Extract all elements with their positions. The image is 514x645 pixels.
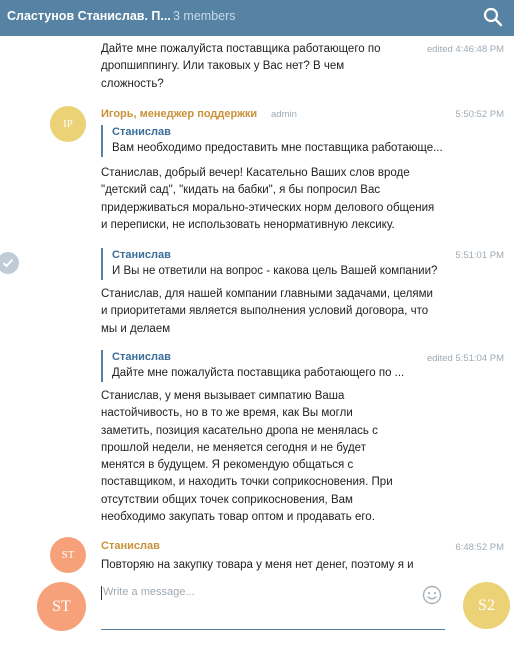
reply-quote[interactable]: Станислав Дайте мне пожалуйста поставщик… — [101, 350, 451, 382]
text-caret — [101, 586, 102, 600]
reply-sender: Станислав — [112, 126, 171, 138]
chat-header: Сластунов Станислав. П... 3 members — [0, 0, 514, 36]
emoji-icon[interactable] — [422, 585, 442, 605]
reply-text: Дайте мне пожалуйста поставщика работающ… — [112, 367, 405, 379]
chat-title[interactable]: Сластунов Станислав. П... — [7, 9, 171, 23]
avatar-initials: ST — [52, 597, 71, 615]
sender-name[interactable]: Станислав — [101, 540, 160, 552]
message-time: 5:50:52 PM — [455, 109, 504, 120]
reply-sender: Станислав — [112, 351, 171, 363]
message-text: Станислав, у меня вызывает симпатию Ваша… — [101, 390, 393, 524]
composer: ST Write a message... S2 — [0, 576, 514, 645]
select-check-icon[interactable] — [0, 252, 19, 274]
message-input[interactable]: Write a message... — [101, 584, 445, 630]
message-text: Станислав, для нашей компании главными з… — [101, 288, 433, 335]
message-time: 6:48:52 PM — [455, 542, 504, 553]
search-icon[interactable] — [482, 6, 504, 28]
reply-quote[interactable]: Станислав Вам необходимо предоставить мн… — [101, 125, 451, 157]
message-text: Дайте мне пожалуйста поставщика работающ… — [101, 43, 381, 90]
avatar-initials: ST — [61, 549, 75, 561]
reply-sender: Станислав — [112, 249, 171, 261]
sender-name[interactable]: Игорь, менеджер поддержки — [101, 108, 257, 120]
reply-text: Вам необходимо предоставить мне поставщи… — [112, 142, 443, 154]
avatar-initials: S2 — [478, 596, 495, 614]
avatar[interactable]: ST — [50, 537, 86, 573]
message-edited-time: edited 4:46:48 PM — [426, 44, 504, 55]
message-edited-time: edited 5:51:04 PM — [426, 353, 504, 364]
message-input-placeholder: Write a message... — [103, 586, 195, 598]
my-avatar[interactable]: ST — [37, 582, 86, 631]
reply-quote[interactable]: Станислав И Вы не ответили на вопрос - к… — [101, 248, 451, 280]
members-count[interactable]: 3 members — [173, 9, 236, 23]
message-time: 5:51:01 PM — [455, 250, 504, 261]
peer-avatar[interactable]: S2 — [463, 582, 510, 629]
avatar-initials: IP — [63, 118, 73, 130]
message-text: Станислав, добрый вечер! Касательно Ваши… — [101, 167, 435, 231]
message-history[interactable]: Дайте мне пожалуйста поставщика работающ… — [0, 36, 514, 576]
message-text: Повторяю на закупку товара у меня нет де… — [101, 559, 414, 571]
avatar[interactable]: IP — [50, 106, 86, 142]
sender-role: admin — [271, 109, 297, 120]
reply-text: И Вы не ответили на вопрос - какова цель… — [112, 265, 438, 277]
